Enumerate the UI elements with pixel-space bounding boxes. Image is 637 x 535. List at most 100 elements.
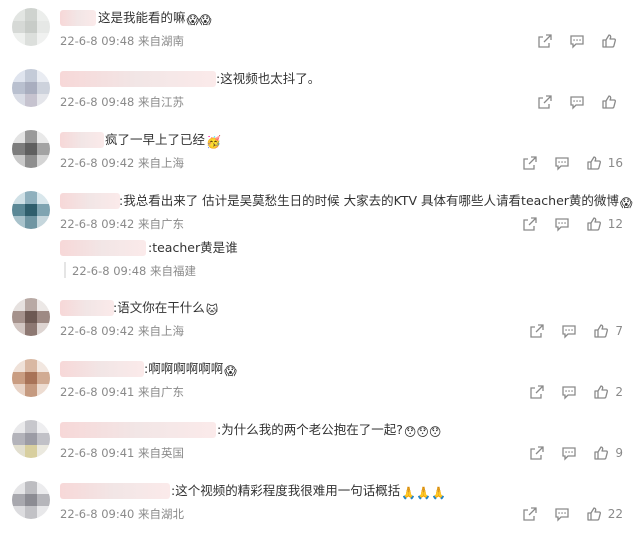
emoji: 😱😱 [186,13,212,27]
comment-actions [537,31,623,51]
emoji: 😱 [224,364,237,378]
like-icon [594,385,609,399]
username[interactable] [60,422,216,438]
comment-button[interactable] [569,94,585,110]
share-icon [530,446,545,460]
comment-icon [570,96,584,110]
comment-actions: 16 [522,153,623,173]
username[interactable] [60,300,114,316]
comment-icon [555,157,569,171]
comment-meta: 22-6-8 09:41 来自英国 [60,446,185,460]
username[interactable] [60,361,144,377]
like-icon [587,217,601,231]
emoji: 🥳 [206,135,221,149]
comment-icon [562,386,577,400]
comment-meta: 22-6-8 09:41 来自广东 [60,385,185,399]
avatar[interactable] [12,191,50,229]
share-button[interactable] [537,94,553,110]
comment-meta: 22-6-8 09:42 来自上海 [60,156,185,170]
username[interactable] [60,483,170,499]
reply-meta: 22-6-8 09:48 来自福建 [72,264,197,278]
avatar[interactable] [12,298,50,336]
username[interactable] [60,193,120,209]
comment-icon [562,447,577,461]
emoji: 🙏🙏🙏 [401,486,447,500]
comment-text: :为什么我的两个老公抱在了一起?😯😯😯 [217,422,442,439]
username[interactable] [60,10,96,26]
share-button[interactable] [522,216,538,232]
share-button[interactable] [537,33,553,49]
comment-button[interactable] [554,506,570,522]
username[interactable] [60,71,216,87]
comment-text: 疯了一早上了已经🥳 [105,132,221,149]
comment-meta: 22-6-8 09:48 来自江苏 [60,95,185,109]
like-button[interactable]: 16 [586,155,623,171]
like-button[interactable]: 7 [593,323,623,339]
comment-text: :我总看出来了 估计是吴莫愁生日的时候 大家去的KTV 具体有哪些人请看teac… [119,193,633,210]
emoji: 🐱 [205,303,219,317]
share-button[interactable] [529,384,545,400]
like-icon [602,95,616,109]
like-button[interactable] [601,94,623,110]
comment-icon [562,325,577,339]
avatar[interactable] [12,130,50,168]
comment-meta: 22-6-8 09:40 来自湖北 [60,507,185,521]
share-button[interactable] [522,506,538,522]
like-button[interactable]: 2 [593,384,623,400]
comment-actions: 22 [522,504,623,524]
avatar[interactable] [12,481,50,519]
comment-actions [537,92,623,112]
comment-meta: 22-6-8 09:48 来自湖南 [60,34,185,48]
comment-icon [555,218,569,232]
like-icon [594,446,609,460]
like-icon [587,156,601,170]
comment-text: :这视频也太抖了。 [216,71,321,86]
share-button[interactable] [522,155,538,171]
comment-button[interactable] [554,216,570,232]
comment-actions: 7 [529,321,623,341]
reply-text: :teacher黄是谁 [148,240,238,255]
comment-actions: 9 [529,443,623,463]
username[interactable] [60,132,104,148]
share-icon [538,34,552,48]
like-icon [587,507,601,521]
share-icon [538,95,552,109]
reply-divider [64,262,66,278]
comment-button[interactable] [561,323,577,339]
share-icon [530,324,545,338]
like-button[interactable]: 22 [586,506,623,522]
username[interactable] [60,240,146,256]
comment-actions: 2 [529,382,623,402]
emoji: 😯😯😯 [403,425,442,439]
comment-text: :语文你在干什么🐱 [113,300,219,317]
avatar[interactable] [12,359,50,397]
like-button[interactable]: 9 [593,445,623,461]
comment-text: :这个视频的精彩程度我很难用一句话概括🙏🙏🙏 [171,483,447,500]
avatar[interactable] [12,420,50,458]
comment-text: :啊啊啊啊啊啊😱 [144,361,237,378]
share-icon [523,507,537,521]
comment-button[interactable] [554,155,570,171]
share-icon [530,385,545,399]
comment-icon [555,508,569,522]
emoji: 😱 [619,196,633,210]
share-button[interactable] [529,323,545,339]
like-icon [594,324,609,338]
comment-meta: 22-6-8 09:42 来自广东 [60,217,185,231]
comment-button[interactable] [561,384,577,400]
comment-text: 这是我能看的嘛😱😱 [98,10,212,27]
like-icon [602,34,616,48]
avatar[interactable] [12,8,50,46]
comment-icon [570,35,584,49]
avatar[interactable] [12,69,50,107]
like-button[interactable]: 12 [586,216,623,232]
comment-button[interactable] [569,33,585,49]
share-icon [523,156,537,170]
comment-button[interactable] [561,445,577,461]
share-button[interactable] [529,445,545,461]
reply-item: :teacher黄是谁 22-6-8 09:48 来自福建 [60,236,620,280]
comment-meta: 22-6-8 09:42 来自上海 [60,324,185,338]
share-icon [523,217,537,231]
like-button[interactable] [601,33,623,49]
comment-actions: 12 [522,214,623,234]
